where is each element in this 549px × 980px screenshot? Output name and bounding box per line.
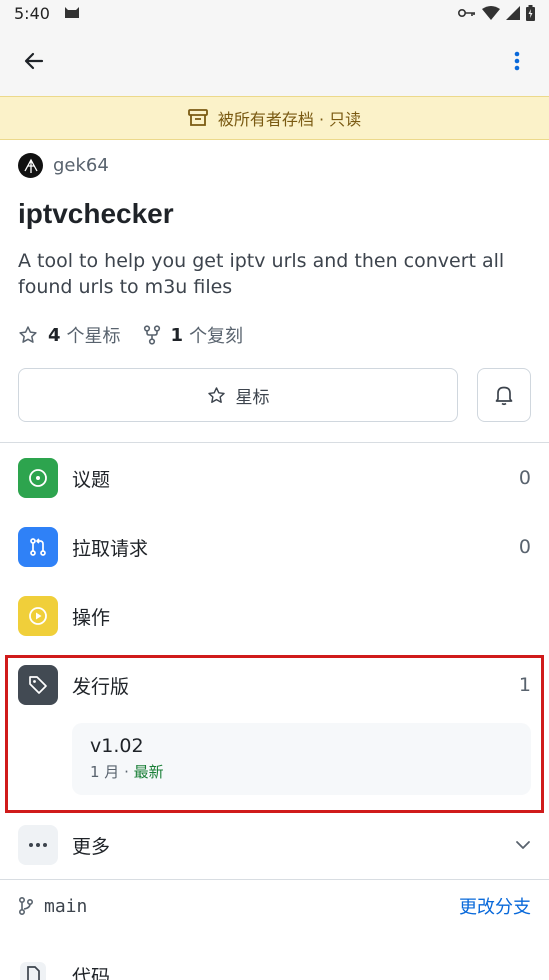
stars-label: 个星标 [66, 326, 121, 347]
status-bar: 5:40 [0, 0, 549, 26]
git-pull-request-icon [30, 538, 46, 556]
stars-stat[interactable]: 4 个星标 [18, 322, 121, 348]
status-time: 5:40 [14, 3, 50, 23]
change-branch-button[interactable]: 更改分支 [459, 893, 531, 919]
battery-icon [526, 5, 535, 21]
issues-label: 议题 [72, 468, 111, 491]
owner-name: gek64 [53, 155, 109, 176]
branch-name: main [44, 895, 88, 917]
forks-count: 1 [170, 324, 184, 346]
owner-avatar-icon [23, 158, 38, 173]
ellipsis-icon [29, 843, 47, 847]
file-code-icon [20, 962, 46, 980]
status-icons [458, 5, 535, 21]
more-vertical-icon [514, 51, 520, 71]
issues-count: 0 [518, 467, 531, 489]
branch-row: main 更改分支 [18, 893, 531, 919]
signal-icon [506, 6, 520, 20]
wifi-icon [482, 6, 500, 20]
more-label: 更多 [72, 835, 111, 858]
star-icon [207, 386, 225, 403]
cat-icon [64, 7, 79, 18]
actions-tile [18, 596, 58, 636]
pulls-tile [18, 527, 58, 567]
archived-banner-text: 被所有者存档 · 只读 [217, 110, 362, 129]
archive-icon [187, 109, 208, 126]
watch-button[interactable] [477, 368, 531, 422]
play-icon [29, 607, 47, 625]
bell-icon [495, 386, 513, 406]
archived-banner: 被所有者存档 · 只读 [0, 96, 549, 140]
more-tile [18, 825, 58, 865]
repo-description: A tool to help you get iptv urls and the… [18, 250, 505, 298]
repo-stats: 4 个星标 1 个复刻 [18, 322, 265, 348]
forks-label: 个复刻 [189, 326, 244, 347]
overflow-menu-button[interactable] [501, 45, 533, 77]
issue-opened-icon [29, 469, 47, 487]
fork-icon [143, 325, 160, 345]
star-button[interactable]: 星标 [18, 368, 458, 422]
git-branch-icon [18, 896, 34, 916]
app-bar [0, 26, 549, 96]
menu-item-code[interactable]: 代码 [18, 960, 110, 980]
code-label: 代码 [72, 965, 111, 980]
star-button-label: 星标 [235, 387, 270, 408]
stars-count: 4 [48, 324, 61, 346]
chevron-down-icon [516, 841, 530, 849]
forks-stat[interactable]: 1 个复刻 [143, 322, 244, 348]
menu-item-pull-requests[interactable]: 拉取请求 0 [0, 519, 549, 575]
menu-item-issues[interactable]: 议题 0 [0, 450, 549, 506]
pulls-label: 拉取请求 [72, 537, 149, 560]
arrow-left-icon [24, 52, 44, 70]
highlight-box [5, 655, 544, 813]
pulls-count: 0 [518, 536, 531, 558]
key-icon [458, 9, 475, 17]
star-outline-icon [19, 326, 37, 343]
divider [0, 442, 549, 443]
actions-label: 操作 [72, 606, 111, 629]
menu-item-more[interactable]: 更多 [0, 817, 549, 873]
back-button[interactable] [18, 45, 50, 77]
issues-tile [18, 458, 58, 498]
divider [0, 879, 549, 880]
avatar [18, 153, 43, 178]
repo-owner[interactable]: gek64 [18, 153, 109, 178]
repo-title: iptvchecker [18, 198, 174, 229]
menu-item-actions[interactable]: 操作 [0, 588, 549, 644]
